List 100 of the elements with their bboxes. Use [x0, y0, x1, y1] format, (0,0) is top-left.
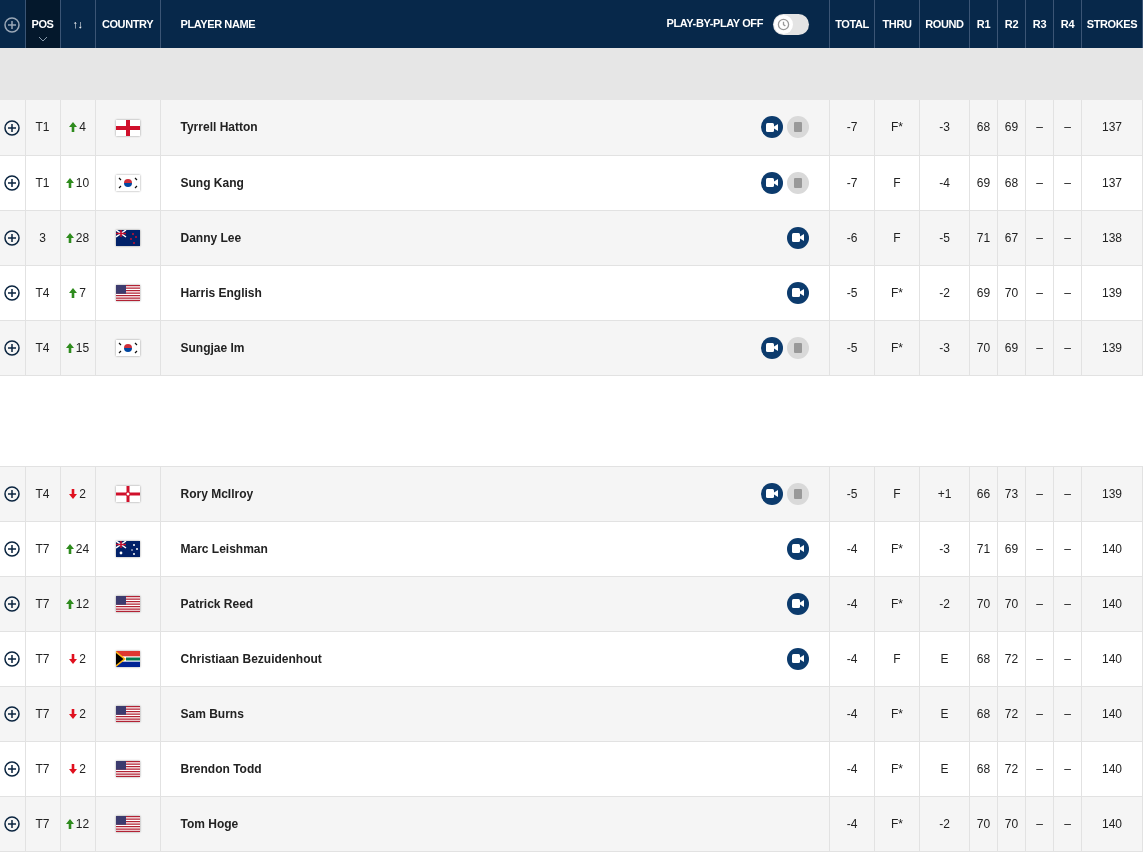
column-header[interactable]: STROKES: [1081, 0, 1143, 48]
expand-row-icon[interactable]: [4, 340, 21, 357]
score-cell: 68: [969, 631, 998, 686]
chevron-down-icon: [37, 36, 48, 42]
round-cell: +1: [919, 466, 970, 521]
total-cell: -5: [829, 265, 875, 320]
position-cell: T7: [25, 686, 60, 741]
column-header[interactable]: PLAYER NAME: [180, 15, 256, 33]
thru-cell: F: [874, 466, 920, 521]
expand-row-icon[interactable]: [4, 541, 21, 558]
score-cell: 69: [969, 155, 998, 210]
score-cell: 68: [969, 741, 998, 796]
player-name[interactable]: Marc Leishman: [180, 539, 268, 558]
position-cell: T4: [25, 320, 60, 375]
expand-row-icon[interactable]: [4, 486, 21, 503]
position-change: 2: [69, 651, 86, 666]
column-header[interactable]: POS: [25, 0, 60, 48]
score-cell: 70: [997, 265, 1026, 320]
expand-all-icon[interactable]: [4, 16, 21, 33]
player-name[interactable]: Christiaan Bezuidenhout: [180, 649, 322, 668]
expand-row-icon[interactable]: [4, 285, 21, 302]
player-name[interactable]: Brendon Todd: [180, 759, 262, 778]
player-name[interactable]: Sung Kang: [180, 173, 244, 192]
score-cell: –: [1025, 100, 1054, 155]
total-cell: -4: [829, 686, 875, 741]
score-cell: –: [1025, 155, 1054, 210]
strokes-cell: 140: [1081, 631, 1143, 686]
column-header[interactable]: R4: [1053, 0, 1082, 48]
play-by-play-toggle[interactable]: [773, 13, 809, 35]
thru-cell: F*: [874, 796, 920, 851]
position-change: 2: [69, 706, 86, 721]
score-cell: 72: [997, 631, 1026, 686]
position-change: 15: [65, 340, 90, 355]
total-cell: -4: [829, 576, 875, 631]
player-name[interactable]: Sungjae Im: [180, 338, 245, 357]
round-cell: -5: [919, 210, 970, 265]
total-cell: -4: [829, 796, 875, 851]
column-header[interactable]: ↑↓: [60, 0, 95, 48]
column-header[interactable]: R1: [969, 0, 998, 48]
column-header[interactable]: R2: [997, 0, 1026, 48]
thru-cell: F*: [874, 521, 920, 576]
video-camera-icon[interactable]: [787, 537, 809, 560]
expand-row-icon[interactable]: [4, 651, 21, 668]
round-cell: -3: [919, 100, 970, 155]
player-name[interactable]: Sam Burns: [180, 704, 244, 723]
video-camera-icon[interactable]: [761, 336, 783, 359]
total-cell: -5: [829, 320, 875, 375]
player-name[interactable]: Patrick Reed: [180, 594, 254, 613]
column-header[interactable]: COUNTRY: [95, 0, 160, 48]
score-cell: 72: [997, 741, 1026, 796]
total-cell: -6: [829, 210, 875, 265]
column-header[interactable]: TOTAL: [829, 0, 875, 48]
position-cell: T7: [25, 741, 60, 796]
position-change: 24: [65, 541, 90, 556]
score-cell: –: [1053, 521, 1082, 576]
player-name[interactable]: Harris English: [180, 283, 262, 302]
score-cell: 69: [997, 100, 1026, 155]
video-camera-icon[interactable]: [787, 226, 809, 249]
position-change: 2: [69, 486, 86, 501]
strokes-cell: 140: [1081, 796, 1143, 851]
expand-row-icon[interactable]: [4, 816, 21, 833]
thru-cell: F*: [874, 741, 920, 796]
video-camera-icon[interactable]: [761, 116, 783, 139]
video-camera-icon[interactable]: [761, 171, 783, 194]
thru-cell: F*: [874, 686, 920, 741]
thru-cell: F: [874, 631, 920, 686]
position-change: 12: [65, 816, 90, 831]
video-camera-icon[interactable]: [787, 647, 809, 670]
video-camera-icon[interactable]: [787, 592, 809, 615]
position-cell: T4: [25, 466, 60, 521]
video-camera-icon[interactable]: [761, 482, 783, 505]
score-cell: –: [1053, 741, 1082, 796]
column-header[interactable]: THRU: [874, 0, 920, 48]
strokes-cell: 137: [1081, 155, 1143, 210]
round-cell: -2: [919, 576, 970, 631]
expand-row-icon[interactable]: [4, 596, 21, 613]
expand-row-icon[interactable]: [4, 175, 21, 192]
round-cell: E: [919, 741, 970, 796]
column-header[interactable]: R3: [1025, 0, 1054, 48]
expand-row-icon[interactable]: [4, 120, 21, 137]
column-header[interactable]: ROUND: [919, 0, 970, 48]
score-cell: –: [1053, 100, 1082, 155]
score-cell: –: [1053, 155, 1082, 210]
player-name[interactable]: Tyrrell Hatton: [180, 118, 258, 137]
strokes-cell: 139: [1081, 265, 1143, 320]
position-cell: T4: [25, 265, 60, 320]
player-name[interactable]: Tom Hoge: [180, 814, 239, 833]
position-change: 2: [69, 761, 86, 776]
player-name[interactable]: Danny Lee: [180, 228, 242, 247]
video-camera-icon[interactable]: [787, 281, 809, 304]
score-cell: 69: [969, 265, 998, 320]
strokes-cell: 138: [1081, 210, 1143, 265]
score-cell: 68: [969, 100, 998, 155]
player-name[interactable]: Rory McIlroy: [180, 484, 254, 503]
expand-row-icon[interactable]: [4, 230, 21, 247]
round-cell: -3: [919, 320, 970, 375]
position-change: 4: [69, 120, 86, 135]
expand-row-icon[interactable]: [4, 706, 21, 723]
expand-row-icon[interactable]: [4, 761, 21, 778]
position-change: 12: [65, 596, 90, 611]
